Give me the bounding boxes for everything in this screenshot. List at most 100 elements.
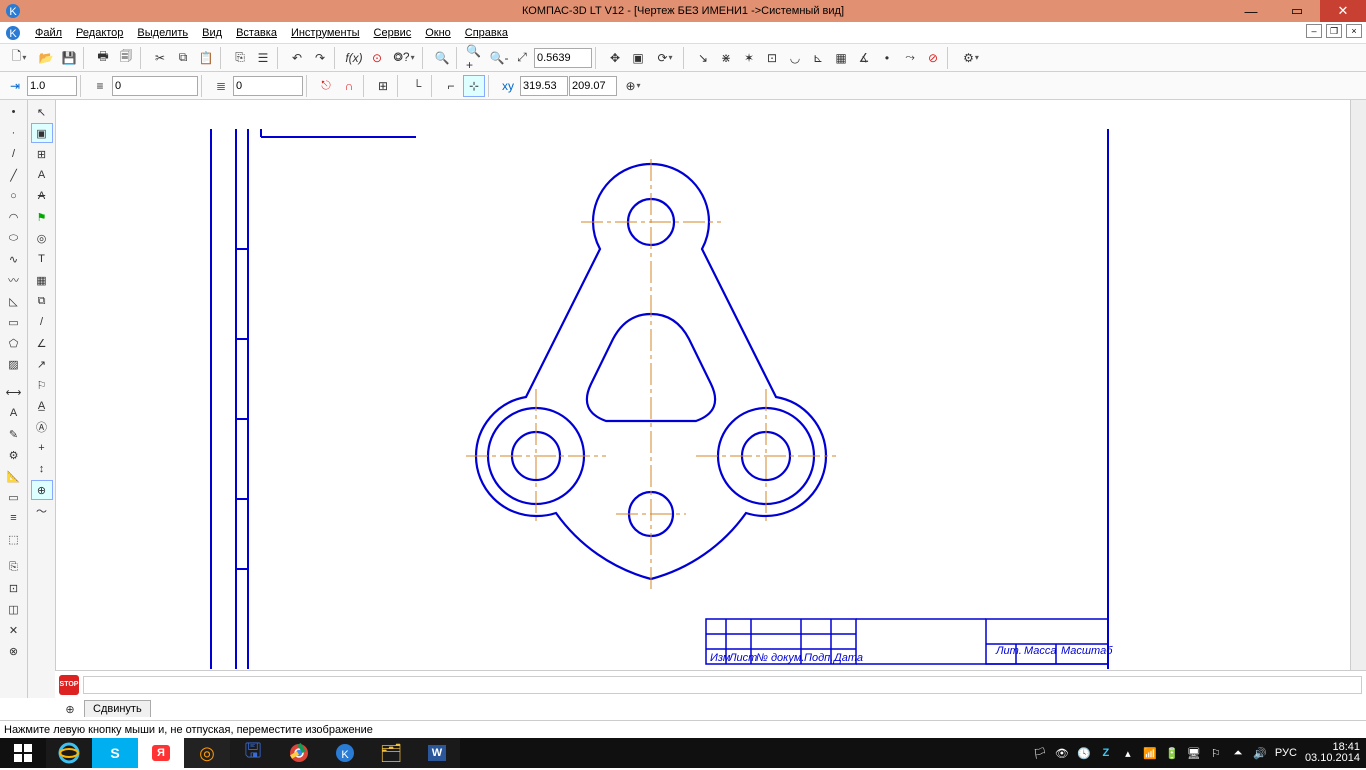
menu-select[interactable]: Выделить xyxy=(130,25,195,41)
app-menu-icon[interactable]: K xyxy=(4,24,22,42)
start-button[interactable] xyxy=(0,738,46,768)
snap-point-icon[interactable]: • xyxy=(876,47,898,69)
stop-icon[interactable]: STOP xyxy=(59,675,79,695)
snap-disable-icon[interactable]: ⊘ xyxy=(922,47,944,69)
print-button[interactable]: 🖶 xyxy=(92,47,114,69)
taskbar-skype-icon[interactable]: S xyxy=(92,738,138,768)
t-text-icon[interactable]: T xyxy=(31,249,53,269)
snap-angle-icon[interactable]: ∡ xyxy=(853,47,875,69)
misc2-icon[interactable]: ◫ xyxy=(3,599,25,619)
menu-insert[interactable]: Вставка xyxy=(229,25,284,41)
zoom-out-button[interactable]: 🔍- xyxy=(488,47,510,69)
snap-intersect-icon[interactable]: ✶ xyxy=(738,47,760,69)
zoom-value-input[interactable] xyxy=(534,48,592,68)
vertical-scrollbar[interactable] xyxy=(1350,100,1366,682)
local-cs-icon[interactable]: ⊹ xyxy=(463,75,485,97)
linestyle-input[interactable] xyxy=(112,76,198,96)
snap-near-icon[interactable]: ⤳ xyxy=(899,47,921,69)
mdi-close-button[interactable]: × xyxy=(1346,24,1362,38)
misc3-icon[interactable]: ✕ xyxy=(3,620,25,640)
zoom-window-button[interactable]: 🔍 xyxy=(431,47,453,69)
geometry-panel-icon[interactable]: • xyxy=(3,102,25,122)
menu-view[interactable]: Вид xyxy=(195,25,229,41)
t-line2-icon[interactable]: / xyxy=(31,312,53,332)
drawing-canvas[interactable]: Изм Лист № докум. Подп. Дата Лит. Масса … xyxy=(56,100,1366,698)
aux-line-tool-icon[interactable]: ╱ xyxy=(3,165,25,185)
property-input-area[interactable] xyxy=(83,676,1362,694)
zoom-scale-icon[interactable]: ⤢ xyxy=(511,47,533,69)
t-select-rect-icon[interactable]: ▣ xyxy=(31,123,53,143)
menu-editor[interactable]: Редактор xyxy=(69,25,130,41)
layer-icon[interactable]: ≣ xyxy=(210,75,232,97)
params-panel-icon[interactable]: ⚙ xyxy=(3,445,25,465)
magnet-toggle-icon[interactable]: ∩ xyxy=(338,75,360,97)
menu-file[interactable]: Файл xyxy=(28,25,69,41)
spline-tool-icon[interactable]: ∿ xyxy=(3,249,25,269)
line-tool-icon[interactable]: / xyxy=(3,144,25,164)
snap-mid-icon[interactable]: ⋇ xyxy=(715,47,737,69)
tray-volume-icon[interactable]: 🔊 xyxy=(1253,746,1267,760)
t-center-mark-icon[interactable]: ⊕ xyxy=(31,480,53,500)
properties-button[interactable]: ☰ xyxy=(252,47,274,69)
menu-help[interactable]: Справка xyxy=(458,25,515,41)
tray-battery-icon[interactable]: 🔋 xyxy=(1165,746,1179,760)
tab-shift[interactable]: Сдвинуть xyxy=(84,700,151,717)
tray-shield-icon[interactable]: ⚐ xyxy=(1209,746,1223,760)
select-panel-icon[interactable]: ▭ xyxy=(3,487,25,507)
undo-button[interactable]: ↶ xyxy=(286,47,308,69)
coord-x-field[interactable] xyxy=(520,76,568,96)
tray-z-icon[interactable]: Z xyxy=(1099,746,1113,760)
snap-center-icon[interactable]: ⊡ xyxy=(761,47,783,69)
grid-toggle-icon[interactable]: ⊞ xyxy=(372,75,394,97)
edit-panel-icon[interactable]: ✎ xyxy=(3,424,25,444)
step-icon[interactable]: ⇥ xyxy=(4,75,26,97)
t-ring-icon[interactable]: ◎ xyxy=(31,228,53,248)
save-button[interactable]: 💾 xyxy=(58,47,80,69)
circle-tool-icon[interactable]: ○ xyxy=(3,186,25,206)
ortho-toggle-icon[interactable]: └ xyxy=(406,75,428,97)
misc4-icon[interactable]: ⊗ xyxy=(3,641,25,661)
t-grid-icon[interactable]: ⊞ xyxy=(31,144,53,164)
tray-language[interactable]: РУС xyxy=(1275,747,1297,759)
t-cursor-icon[interactable]: ↖ xyxy=(31,102,53,122)
redo-button[interactable]: ↷ xyxy=(309,47,331,69)
paste-button[interactable]: 📋 xyxy=(195,47,217,69)
tray-clock[interactable]: 18:41 03.10.2014 xyxy=(1305,742,1360,764)
menu-tools[interactable]: Инструменты xyxy=(284,25,367,41)
cut-button[interactable]: ✂ xyxy=(149,47,171,69)
chamfer-tool-icon[interactable]: ◺ xyxy=(3,291,25,311)
taskbar-word-icon[interactable]: W xyxy=(414,738,460,768)
t-a-icon[interactable]: A xyxy=(31,165,53,185)
bezier-tool-icon[interactable]: 〰 xyxy=(3,270,25,290)
tray-network-icon[interactable]: 📶 xyxy=(1143,746,1157,760)
round-toggle-icon[interactable]: ⌐ xyxy=(440,75,462,97)
t-cross-icon[interactable]: + xyxy=(31,438,53,458)
zoom-in-button[interactable]: 🔍+ xyxy=(465,47,487,69)
t-ax-icon[interactable]: A xyxy=(31,186,53,206)
snap-end-icon[interactable]: ↘ xyxy=(692,47,714,69)
new-document-button[interactable]: 🗋 xyxy=(4,47,34,69)
mdi-minimize-button[interactable]: – xyxy=(1306,24,1322,38)
window-minimize-button[interactable]: — xyxy=(1228,0,1274,22)
tray-eye-icon[interactable]: 👁 xyxy=(1055,746,1069,760)
variables-button[interactable]: f(x) xyxy=(343,47,365,69)
measure-panel-icon[interactable]: 📐 xyxy=(3,466,25,486)
taskbar-chrome-icon[interactable] xyxy=(276,738,322,768)
taskbar-app1-icon[interactable]: ◎ xyxy=(184,738,230,768)
menu-window[interactable]: Окно xyxy=(418,25,458,41)
t-arrow-icon[interactable]: ↗ xyxy=(31,354,53,374)
taskbar-kompas-icon[interactable]: K xyxy=(322,738,368,768)
coord-dropdown-button[interactable]: ⊕ xyxy=(618,75,648,97)
insert-panel-icon[interactable]: ⎘ xyxy=(3,557,25,577)
menu-service[interactable]: Сервис xyxy=(367,25,419,41)
assoc-views-icon[interactable]: ⬚ xyxy=(3,529,25,549)
taskbar-explorer-icon[interactable]: 🗂 xyxy=(368,738,414,768)
arc-tool-icon[interactable]: ◠ xyxy=(3,207,25,227)
coord-y-field[interactable] xyxy=(569,76,617,96)
snap-settings-button[interactable]: ⚙ xyxy=(956,47,986,69)
hatch-tool-icon[interactable]: ▨ xyxy=(3,354,25,374)
rect-tool-icon[interactable]: ▭ xyxy=(3,312,25,332)
snap-tangent-icon[interactable]: ◡ xyxy=(784,47,806,69)
window-maximize-button[interactable]: ▭ xyxy=(1274,0,1320,22)
notation-panel-icon[interactable]: A xyxy=(3,403,25,423)
